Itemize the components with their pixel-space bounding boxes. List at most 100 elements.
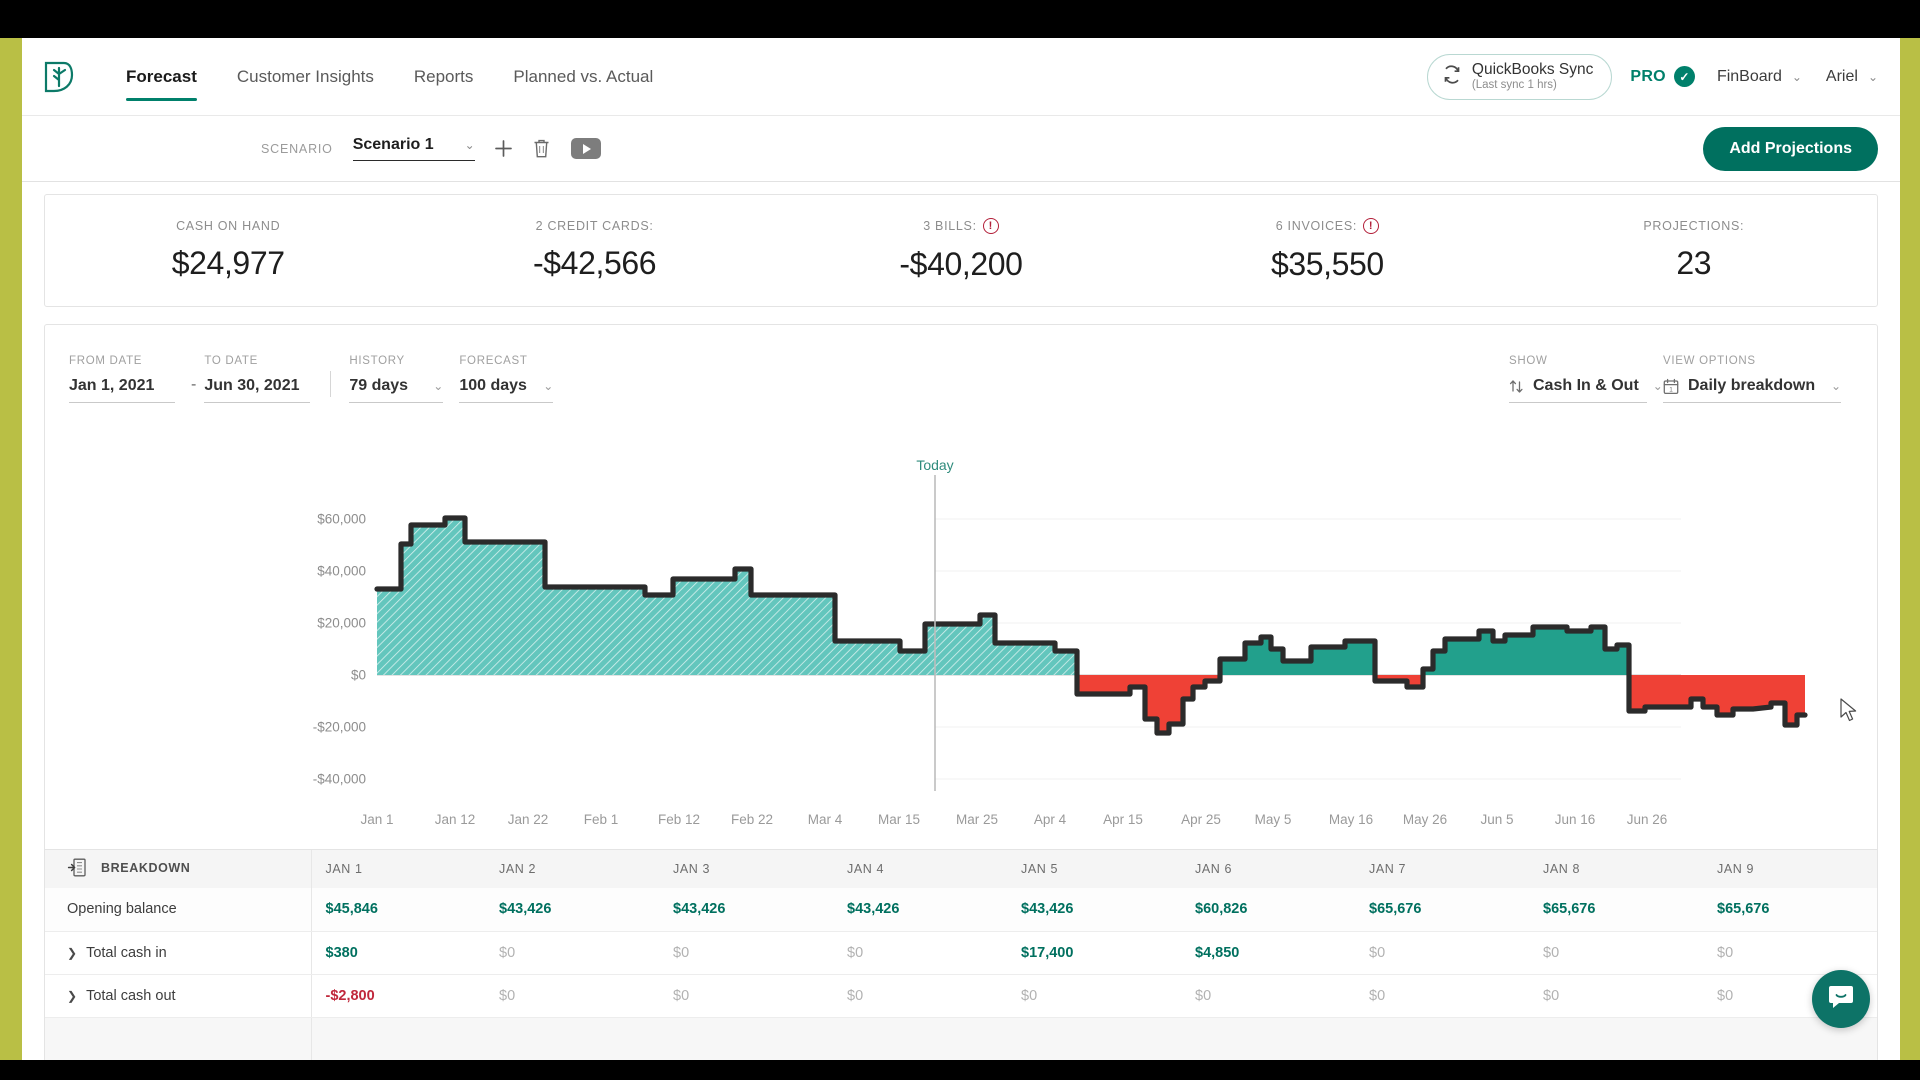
chat-bubble-icon bbox=[1826, 982, 1856, 1017]
table-cell bbox=[1355, 1017, 1529, 1060]
row-label-cell[interactable]: ❯ Total cash out bbox=[45, 974, 311, 1018]
table-cell: $65,676 bbox=[1529, 888, 1703, 932]
cell-value: $4,850 bbox=[1195, 944, 1240, 961]
kpi-value: -$42,566 bbox=[533, 245, 657, 281]
table-column-header[interactable]: JAN 4 bbox=[833, 850, 1007, 888]
company-selector[interactable]: FinBoard ⌄ bbox=[1717, 68, 1802, 86]
chevron-down-icon: ⌄ bbox=[1652, 379, 1663, 393]
table-column-header[interactable]: JAN 2 bbox=[485, 850, 659, 888]
user-menu[interactable]: Ariel ⌄ bbox=[1826, 68, 1878, 86]
cell-value: $43,426 bbox=[499, 901, 552, 918]
forecast-select[interactable]: 100 days ⌄ bbox=[459, 377, 554, 403]
support-chat-button[interactable] bbox=[1812, 970, 1870, 1028]
play-tutorial-button[interactable] bbox=[570, 138, 601, 159]
kpi-value: 23 bbox=[1676, 245, 1712, 281]
table-cell: $60,826 bbox=[1181, 888, 1355, 932]
table-column-header[interactable]: JAN 3 bbox=[659, 850, 833, 888]
table-cell: $43,426 bbox=[485, 888, 659, 932]
table-row[interactable]: Opening balance $45,846 $43,426 $43,426 … bbox=[45, 888, 1877, 932]
cell-value: $0 bbox=[499, 987, 516, 1004]
kpi-label: PROJECTIONS: bbox=[1511, 219, 1877, 233]
table-column-header[interactable]: JAN 8 bbox=[1529, 850, 1703, 888]
check-circle-icon: ✓ bbox=[1673, 66, 1695, 87]
warning-icon[interactable]: ! bbox=[982, 218, 999, 234]
to-date-input[interactable]: Jun 30, 2021 bbox=[204, 377, 311, 403]
nav-link-reports[interactable]: Reports bbox=[414, 38, 474, 115]
svg-text:1: 1 bbox=[1669, 386, 1673, 393]
nav-link-customer-insights[interactable]: Customer Insights bbox=[237, 38, 374, 115]
x-axis-tick: May 26 bbox=[1402, 812, 1448, 827]
add-scenario-button[interactable] bbox=[493, 138, 514, 159]
cell-value: $0 bbox=[847, 987, 864, 1004]
leaf-logo-icon[interactable] bbox=[38, 56, 80, 98]
x-axis-tick: Apr 15 bbox=[1103, 812, 1143, 827]
from-date-input[interactable]: Jan 1, 2021 bbox=[69, 377, 175, 403]
company-label: FinBoard bbox=[1716, 67, 1782, 85]
view-options-select[interactable]: 1 Daily breakdown ⌄ bbox=[1663, 377, 1841, 403]
cell-value: $0 bbox=[673, 944, 690, 961]
breakdown-column-header[interactable]: BREAKDOWN bbox=[45, 850, 311, 888]
history-select[interactable]: 79 days ⌄ bbox=[349, 377, 444, 403]
pro-plan-badge[interactable]: PRO ✓ bbox=[1630, 66, 1695, 87]
breakdown-column-header-label: BREAKDOWN bbox=[101, 860, 191, 875]
app-window: Forecast Customer Insights Reports Plann… bbox=[22, 38, 1900, 1060]
x-axis-tick: Apr 4 bbox=[1033, 812, 1067, 827]
table-row[interactable]: ❯ Total cash out -$2,800 $0 $0 $0 $0 $0 $… bbox=[45, 974, 1877, 1018]
x-axis-tick: Jun 5 bbox=[1480, 812, 1514, 827]
kpi-cash-on-hand: CASH ON HAND $24,977 bbox=[45, 219, 411, 282]
warning-icon[interactable]: ! bbox=[1363, 218, 1380, 234]
cell-value: $380 bbox=[325, 944, 358, 961]
chevron-right-icon[interactable]: ❯ bbox=[67, 989, 77, 1003]
table-column-header[interactable]: JAN 6 bbox=[1181, 850, 1355, 888]
table-cell: $45,846 bbox=[310, 888, 485, 932]
table-row[interactable]: ❯ Total cash in $380 $0 $0 $0 $17,400 $4,… bbox=[45, 931, 1877, 975]
x-axis-tick: May 5 bbox=[1254, 812, 1292, 827]
row-label: Total cash out bbox=[86, 987, 176, 1004]
export-table-icon[interactable] bbox=[67, 857, 87, 878]
to-date-value: Jun 30, 2021 bbox=[204, 377, 300, 394]
delete-scenario-button[interactable] bbox=[532, 138, 551, 159]
nav-link-label: Reports bbox=[413, 66, 474, 86]
breakdown-table: BREAKDOWN JAN 1 JAN 2 JAN 3 JAN 4 JAN 5 … bbox=[45, 850, 1877, 1060]
nav-link-label: Forecast bbox=[126, 66, 197, 86]
x-axis-tick: Jan 1 bbox=[360, 812, 394, 827]
add-projections-button[interactable]: Add Projections bbox=[1703, 126, 1878, 171]
table-cell bbox=[45, 1017, 311, 1060]
table-cell: $0 bbox=[833, 974, 1007, 1018]
x-axis-tick: Jan 12 bbox=[434, 812, 476, 827]
filter-label: HISTORY bbox=[349, 355, 405, 367]
chevron-down-icon: ⌄ bbox=[464, 138, 475, 152]
table-row-partial[interactable] bbox=[45, 1017, 1877, 1060]
nav-link-planned-vs-actual[interactable]: Planned vs. Actual bbox=[513, 38, 653, 115]
cell-value: -$2,800 bbox=[325, 987, 375, 1004]
table-column-header[interactable]: JAN 9 bbox=[1703, 850, 1877, 888]
show-select[interactable]: Cash In & Out ⌄ bbox=[1509, 377, 1663, 403]
x-axis-tick: Jun 26 bbox=[1626, 812, 1668, 827]
x-axis-tick: Jan 22 bbox=[507, 812, 549, 827]
kpi-value: $24,977 bbox=[171, 245, 285, 281]
scenario-select[interactable]: Scenario 1 ⌄ bbox=[352, 136, 475, 161]
pro-plan-label: PRO bbox=[1630, 67, 1666, 85]
row-label: Opening balance bbox=[67, 901, 177, 918]
filter-to-date: TO DATE Jun 30, 2021 bbox=[204, 355, 311, 403]
filter-forecast: FORECAST 100 days ⌄ bbox=[459, 355, 554, 403]
table-column-header[interactable]: JAN 5 bbox=[1007, 850, 1181, 888]
cell-value: $65,676 bbox=[1717, 901, 1770, 918]
cell-value: $0 bbox=[1717, 944, 1734, 961]
table-cell bbox=[485, 1017, 659, 1060]
play-icon bbox=[582, 143, 591, 154]
nav-link-forecast[interactable]: Forecast bbox=[126, 38, 197, 115]
table-cell: $380 bbox=[310, 931, 485, 975]
x-axis-tick: May 16 bbox=[1328, 812, 1374, 827]
arrows-up-down-icon bbox=[1509, 378, 1524, 395]
row-label-cell[interactable]: ❯ Total cash in bbox=[45, 931, 311, 975]
table-cell: $0 bbox=[485, 974, 659, 1018]
quickbooks-sync-button[interactable]: QuickBooks Sync (Last sync 1 hrs) bbox=[1426, 53, 1613, 100]
kpi-summary-strip: CASH ON HAND $24,977 2 CREDIT CARDS: -$4… bbox=[44, 194, 1878, 307]
table-cell: $0 bbox=[1703, 931, 1877, 975]
table-cell: $0 bbox=[1355, 931, 1529, 975]
chevron-right-icon[interactable]: ❯ bbox=[67, 946, 77, 960]
kpi-value: $35,550 bbox=[1270, 246, 1384, 282]
table-column-header[interactable]: JAN 7 bbox=[1355, 850, 1529, 888]
table-column-header[interactable]: JAN 1 bbox=[310, 850, 485, 888]
